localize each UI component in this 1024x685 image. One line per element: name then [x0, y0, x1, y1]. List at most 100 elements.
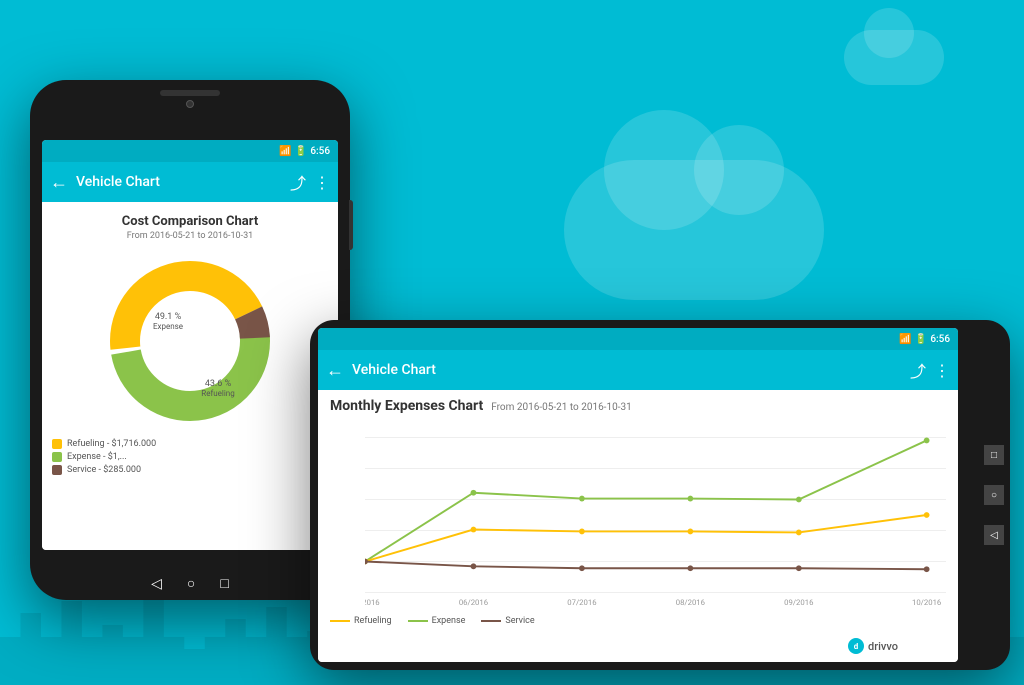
app-title-front: Vehicle Chart: [352, 362, 902, 378]
bg-cloud-large: [564, 160, 824, 300]
drivvo-icon: d: [848, 638, 864, 654]
front-legend-refueling: Refueling: [330, 616, 392, 626]
svg-text:49.1 %: 49.1 %: [155, 312, 182, 322]
front-legend: Refueling Expense Service d drivvo: [330, 616, 946, 626]
nav-recent-icon[interactable]: □: [220, 575, 228, 592]
legend-item-refueling: Refueling - $1,716.000: [52, 439, 328, 449]
time-front: 6:56: [930, 334, 950, 345]
phone-back: 📶 🔋 6:56 ← Vehicle Chart ⤴ ⋮ Cost Compar…: [30, 80, 350, 600]
status-bar-front: 📶 🔋 6:56: [318, 328, 958, 350]
legend-item-service: Service - $285.000: [52, 465, 328, 475]
more-icon-back[interactable]: ⋮: [314, 173, 330, 192]
app-bar-back: ← Vehicle Chart ⤴ ⋮: [42, 162, 338, 202]
legend-label-expense: Expense - $1,...: [67, 452, 127, 462]
phone-front-screen: 📶 🔋 6:56 ← Vehicle Chart ⤴ ⋮ Monthly Exp…: [318, 328, 958, 662]
drivvo-icon-letter: d: [854, 642, 859, 651]
share-icon-front[interactable]: ⤴: [910, 358, 926, 382]
refueling-point-3: [579, 529, 585, 535]
battery-icon-back: 🔋: [295, 146, 307, 157]
svg-text:Expense: Expense: [153, 322, 183, 331]
service-point-3: [579, 565, 585, 571]
service-line: [365, 561, 927, 569]
bg-cloud-small: [844, 30, 944, 85]
front-legend-label-expense: Expense: [432, 616, 466, 626]
legend-dot-expense: [52, 452, 62, 462]
monthly-chart-range: From 2016-05-21 to 2016-10-31: [491, 402, 631, 413]
status-icons-back: 📶 🔋 6:56: [279, 146, 330, 157]
front-legend-line-refueling: [330, 620, 350, 622]
line-chart-container: 951 747 543 338 134 -70 05/2016 06/2016 …: [330, 420, 946, 610]
refueling-point-2: [471, 527, 477, 533]
pie-chart-title: Cost Comparison Chart: [52, 214, 328, 229]
phone-front: 📶 🔋 6:56 ← Vehicle Chart ⤴ ⋮ Monthly Exp…: [310, 320, 1010, 670]
svg-text:43.6 %: 43.6 %: [205, 379, 232, 389]
legend-dot-service: [52, 465, 62, 475]
refueling-point-4: [687, 529, 693, 535]
app-bar-front: ← Vehicle Chart ⤴ ⋮: [318, 350, 958, 390]
front-legend-expense: Expense: [408, 616, 466, 626]
front-phone-side-icons: □ ○ ◁: [984, 445, 1004, 545]
expense-point-2: [471, 490, 477, 496]
signal-icon-front: 📶: [899, 334, 911, 345]
time-back: 6:56: [310, 146, 330, 157]
battery-icon-front: 🔋: [915, 334, 927, 345]
status-bar-back: 📶 🔋 6:56: [42, 140, 338, 162]
pie-legend: Refueling - $1,716.000 Expense - $1,... …: [52, 439, 328, 475]
svg-text:06/2016: 06/2016: [459, 598, 488, 607]
refueling-point-6: [924, 512, 930, 518]
front-legend-label-service: Service: [505, 616, 534, 626]
donut-chart-svg: 49.1 % Expense 43.6 % Refueling: [100, 251, 280, 431]
bottom-nav-back: ◁ ○ □: [151, 575, 229, 592]
service-point-5: [796, 565, 802, 571]
svg-text:Refueling: Refueling: [201, 389, 234, 398]
legend-label-refueling: Refueling - $1,716.000: [67, 439, 156, 449]
refueling-line: [365, 515, 927, 561]
signal-icon-back: 📶: [279, 146, 291, 157]
legend-item-expense: Expense - $1,...: [52, 452, 328, 462]
more-icon-front[interactable]: ⋮: [934, 361, 950, 380]
front-legend-line-service: [481, 620, 501, 622]
phone-speaker: [160, 90, 220, 96]
phone-back-screen: 📶 🔋 6:56 ← Vehicle Chart ⤴ ⋮ Cost Compar…: [42, 140, 338, 550]
back-phone-content: Cost Comparison Chart From 2016-05-21 to…: [42, 202, 338, 550]
phone-camera: [186, 100, 194, 108]
front-legend-line-expense: [408, 620, 428, 622]
status-icons-front: 📶 🔋 6:56: [899, 334, 950, 345]
legend-label-service: Service - $285.000: [67, 465, 141, 475]
nav-home-icon[interactable]: ○: [187, 575, 195, 592]
monthly-chart-title: Monthly Expenses Chart: [330, 398, 483, 414]
expense-point-5: [796, 497, 802, 503]
monthly-chart-header: Monthly Expenses Chart From 2016-05-21 t…: [330, 398, 946, 414]
phone-volume-button: [349, 200, 353, 250]
back-arrow-front[interactable]: ←: [326, 360, 344, 381]
side-nav-circle[interactable]: ○: [984, 485, 1004, 505]
svg-text:08/2016: 08/2016: [676, 598, 705, 607]
side-nav-back[interactable]: ◁: [984, 525, 1004, 545]
service-point-6: [924, 566, 930, 572]
expense-point-4: [687, 496, 693, 502]
front-phone-content: Monthly Expenses Chart From 2016-05-21 t…: [318, 390, 958, 662]
expense-point-6: [924, 438, 930, 444]
service-point-4: [687, 565, 693, 571]
nav-back-icon[interactable]: ◁: [151, 576, 162, 592]
pie-chart-subtitle: From 2016-05-21 to 2016-10-31: [52, 231, 328, 241]
drivvo-brand: d drivvo: [848, 638, 898, 654]
service-point-2: [471, 563, 477, 569]
front-legend-service: Service: [481, 616, 534, 626]
expense-line: [365, 440, 927, 561]
svg-text:05/2016: 05/2016: [365, 598, 380, 607]
share-icon-back[interactable]: ⤴: [290, 170, 306, 194]
svg-text:10/2016: 10/2016: [912, 598, 941, 607]
svg-text:09/2016: 09/2016: [784, 598, 813, 607]
line-chart-svg: 951 747 543 338 134 -70 05/2016 06/2016 …: [365, 420, 946, 610]
refueling-point-5: [796, 530, 802, 536]
back-arrow-back[interactable]: ←: [50, 172, 68, 193]
side-nav-square[interactable]: □: [984, 445, 1004, 465]
legend-dot-refueling: [52, 439, 62, 449]
front-legend-label-refueling: Refueling: [354, 616, 392, 626]
donut-chart-container: 49.1 % Expense 43.6 % Refueling: [52, 251, 328, 431]
svg-text:07/2016: 07/2016: [567, 598, 596, 607]
drivvo-label: drivvo: [868, 640, 898, 653]
expense-point-3: [579, 496, 585, 502]
app-title-back: Vehicle Chart: [76, 174, 282, 190]
